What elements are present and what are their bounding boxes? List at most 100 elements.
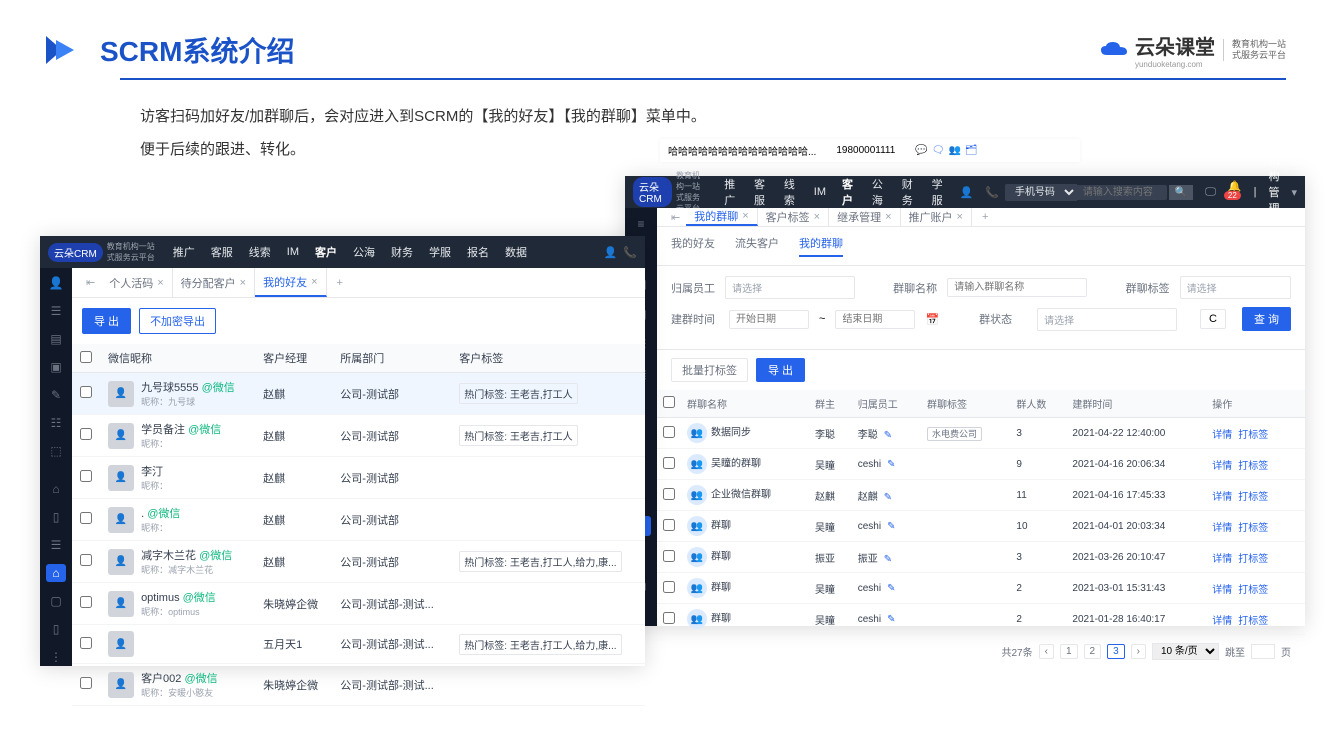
phone-icon[interactable]: 📞 xyxy=(985,186,999,199)
table-row[interactable]: 👥群聊 振亚 振亚✎ 3 2021-03-26 20:10:47 详情打标签 xyxy=(657,542,1305,573)
nav-item-学服[interactable]: 学服 xyxy=(421,244,459,260)
filter-owner-select[interactable]: 请选择 xyxy=(725,276,855,299)
nav-item-推广[interactable]: 推广 xyxy=(165,244,203,260)
table-row[interactable]: 👤 客户002 @微信 昵称：安暖小憨友 朱晓婷企微 公司-测试部-测试... xyxy=(72,664,645,706)
tag-link[interactable]: 打标签 xyxy=(1238,616,1268,627)
search-type-select[interactable]: 手机号码 xyxy=(1005,184,1077,201)
row-checkbox[interactable] xyxy=(80,386,92,398)
close-icon[interactable]: × xyxy=(885,211,891,223)
edit-icon[interactable]: ✎ xyxy=(884,430,892,441)
tab-我的好友[interactable]: 我的好友 × xyxy=(255,268,326,297)
table-row[interactable]: 👤 . @微信 昵称： 赵麒 公司-测试部 xyxy=(72,499,645,541)
pagination-prev[interactable]: ‹ xyxy=(1039,644,1054,659)
filter-name-input[interactable] xyxy=(947,278,1087,297)
row-checkbox[interactable] xyxy=(663,581,675,593)
table-row[interactable]: 👥数据同步 李聪 李聪✎ 水电费公司 3 2021-04-22 12:40:00… xyxy=(657,418,1305,449)
action-icon-2[interactable]: 🗨 xyxy=(932,145,945,156)
tab-推广账户[interactable]: 推广账户 × xyxy=(901,208,972,226)
export-button[interactable]: 导 出 xyxy=(82,308,131,334)
row-checkbox[interactable] xyxy=(663,612,675,624)
table-row[interactable]: 👥群聊 吴瞳 ceshi✎ 10 2021-04-01 20:03:34 详情打… xyxy=(657,511,1305,542)
sidebar-item-b4[interactable]: ▯ xyxy=(46,620,66,638)
tab-待分配客户[interactable]: 待分配客户 × xyxy=(173,268,255,297)
tag-link[interactable]: 打标签 xyxy=(1238,461,1268,472)
tab-add-button[interactable]: + xyxy=(327,277,353,289)
tag-link[interactable]: 打标签 xyxy=(1238,430,1268,441)
sidebar-item-3[interactable]: ▤ xyxy=(46,330,66,348)
filter-time-end[interactable] xyxy=(835,310,915,329)
tag-link[interactable]: 打标签 xyxy=(1238,523,1268,534)
filter-tag-select[interactable]: 请选择 xyxy=(1180,276,1291,299)
pagination-next[interactable]: › xyxy=(1131,644,1146,659)
detail-link[interactable]: 详情 xyxy=(1212,523,1232,534)
sidebar-item-5[interactable]: ✎ xyxy=(46,386,66,404)
nav-item-客服[interactable]: 客服 xyxy=(203,244,241,260)
nav-item-财务[interactable]: 财务 xyxy=(383,244,421,260)
nav-item-报名[interactable]: 报名 xyxy=(459,244,497,260)
sidebar-item-6[interactable]: ☷ xyxy=(46,414,66,432)
row-checkbox[interactable] xyxy=(80,637,92,649)
select-all-checkbox[interactable] xyxy=(663,396,675,408)
sidebar-item-2[interactable]: ☰ xyxy=(46,302,66,320)
tab-继承管理[interactable]: 继承管理 × xyxy=(829,208,900,226)
nav-item-客户[interactable]: 客户 xyxy=(834,176,864,208)
tab-我的群聊[interactable]: 我的群聊 × xyxy=(686,208,757,226)
sub-tab-我的好友[interactable]: 我的好友 xyxy=(671,235,715,257)
edit-icon[interactable]: ✎ xyxy=(884,554,892,565)
page-3[interactable]: 3 xyxy=(1107,644,1125,659)
sub-tab-我的群聊[interactable]: 我的群聊 xyxy=(799,235,843,257)
edit-icon[interactable]: ✎ xyxy=(884,492,892,503)
user-icon[interactable]: 👤 xyxy=(604,246,618,259)
detail-link[interactable]: 详情 xyxy=(1212,585,1232,596)
detail-link[interactable]: 详情 xyxy=(1212,554,1232,565)
nav-item-客服[interactable]: 客服 xyxy=(746,176,776,208)
table-row[interactable]: 👤 学员备注 @微信 昵称： 赵麒 公司-测试部 热门标签: 王老吉,打工人 xyxy=(72,415,645,457)
query-button[interactable]: 查 询 xyxy=(1242,307,1291,331)
nav-item-公海[interactable]: 公海 xyxy=(345,244,383,260)
nav-item-线索[interactable]: 线索 xyxy=(776,176,806,208)
row-checkbox[interactable] xyxy=(663,550,675,562)
table-row[interactable]: 👤 五月天1 公司-测试部-测试... 热门标签: 王老吉,打工人,给力,康..… xyxy=(72,625,645,664)
calendar-icon[interactable]: 📅 xyxy=(925,313,939,326)
action-icon-3[interactable]: 👥 xyxy=(948,145,960,156)
edit-icon[interactable]: ✎ xyxy=(887,459,895,470)
nav-item-IM[interactable]: IM xyxy=(279,246,307,258)
close-icon[interactable]: × xyxy=(814,211,820,223)
edit-icon[interactable]: ✎ xyxy=(887,614,895,625)
row-checkbox[interactable] xyxy=(663,519,675,531)
action-icon-4[interactable]: 🗂 xyxy=(965,145,978,156)
filter-time-start[interactable] xyxy=(729,310,809,329)
row-checkbox[interactable] xyxy=(80,512,92,524)
nav-item-线索[interactable]: 线索 xyxy=(241,244,279,260)
table-row[interactable]: 👤 李汀 昵称： 赵麒 公司-测试部 xyxy=(72,457,645,499)
pagination-perpage[interactable]: 10 条/页 xyxy=(1152,643,1219,660)
batch-tag-button[interactable]: 批量打标签 xyxy=(671,358,748,382)
nav-item-IM[interactable]: IM xyxy=(806,186,834,198)
page-2[interactable]: 2 xyxy=(1084,644,1102,659)
close-icon[interactable]: × xyxy=(240,277,246,289)
table-row[interactable]: 👤 减字木兰花 @微信 昵称：减字木兰花 赵麒 公司-测试部 热门标签: 王老吉… xyxy=(72,541,645,583)
sub-tab-流失客户[interactable]: 流失客户 xyxy=(735,235,779,257)
export-button[interactable]: 导 出 xyxy=(756,358,805,382)
menu-toggle-icon[interactable]: ⇤ xyxy=(665,211,686,224)
table-row[interactable]: 👥群聊 吴瞳 ceshi✎ 2 2021-03-01 15:31:43 详情打标… xyxy=(657,573,1305,604)
reset-button[interactable]: C xyxy=(1200,309,1226,329)
row-checkbox[interactable] xyxy=(663,426,675,438)
search-button[interactable]: 🔍 xyxy=(1169,185,1193,200)
edit-icon[interactable]: ✎ xyxy=(887,521,895,532)
close-icon[interactable]: × xyxy=(742,210,748,222)
edit-icon[interactable]: ✎ xyxy=(887,583,895,594)
row-checkbox[interactable] xyxy=(80,554,92,566)
filter-status-select[interactable]: 请选择 xyxy=(1037,308,1177,331)
detail-link[interactable]: 详情 xyxy=(1212,430,1232,441)
row-checkbox[interactable] xyxy=(663,457,675,469)
menu-toggle-icon[interactable]: ⇤ xyxy=(80,276,101,289)
nav-item-客户[interactable]: 客户 xyxy=(307,244,345,260)
nav-item-数据[interactable]: 数据 xyxy=(497,244,535,260)
nav-item-推广[interactable]: 推广 xyxy=(716,176,746,208)
row-checkbox[interactable] xyxy=(80,470,92,482)
table-row[interactable]: 👥群聊 吴瞳 ceshi✎ 2 2021-01-28 16:40:17 详情打标… xyxy=(657,604,1305,635)
table-row[interactable]: 👤 optimus @微信 昵称：optimus 朱晓婷企微 公司-测试部-测试… xyxy=(72,583,645,625)
tag-link[interactable]: 打标签 xyxy=(1238,585,1268,596)
page-1[interactable]: 1 xyxy=(1060,644,1078,659)
